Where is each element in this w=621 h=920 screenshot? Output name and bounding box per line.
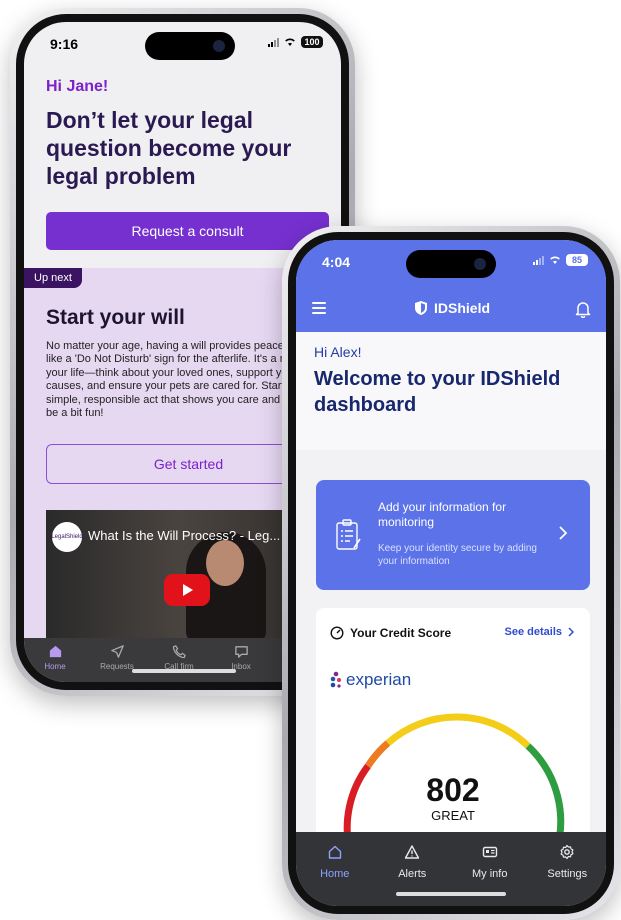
- brand-name: IDShield: [434, 300, 491, 316]
- gauge-yellow-segment: [385, 713, 531, 749]
- gear-icon: [560, 844, 574, 860]
- credit-score-header: Your Credit Score: [330, 626, 451, 640]
- welcome-section: Hi Alex! Welcome to your IDShield dashbo…: [296, 332, 606, 450]
- request-consult-button[interactable]: Request a consult: [46, 212, 329, 250]
- nav-label: Alerts: [398, 868, 427, 880]
- home-indicator[interactable]: [132, 669, 236, 673]
- experian-logo: experian: [330, 670, 411, 690]
- signal-icon: [533, 255, 544, 265]
- home-icon: [328, 845, 341, 859]
- battery-indicator: 85: [566, 254, 588, 266]
- experian-dots-icon: [330, 671, 341, 688]
- nav-label: My info: [472, 868, 508, 880]
- credit-score-card: Your Credit Score See details experian 8…: [316, 608, 590, 852]
- phone-icon: [172, 645, 186, 659]
- add-info-card[interactable]: Add your information for monitoring Keep…: [316, 480, 590, 590]
- home-icon: [49, 645, 61, 658]
- status-time: 9:16: [50, 36, 79, 52]
- add-info-subtitle: Keep your identity secure by adding your…: [378, 543, 537, 567]
- greeting: Hi Alex!: [314, 344, 362, 360]
- credit-score-title: Your Credit Score: [350, 626, 452, 640]
- up-next-tag: Up next: [24, 268, 82, 288]
- status-icons: 85: [533, 254, 588, 266]
- chevron-right-icon: [568, 627, 574, 637]
- video-thumbnail-face: [206, 540, 244, 586]
- gauge-icon: [330, 626, 344, 640]
- nav-label: Home: [320, 868, 350, 880]
- will-title: Start your will: [46, 306, 185, 329]
- see-details-label: See details: [504, 626, 562, 638]
- idshield-screen: 4:04 85 IDShield Hi Alex! Welcome to you…: [296, 240, 606, 906]
- greeting: Hi Jane!: [46, 78, 109, 95]
- nav-label: Requests: [100, 662, 134, 671]
- gauge-orange-segment: [365, 740, 391, 768]
- nav-home[interactable]: Home: [24, 638, 86, 682]
- camera-icon: [213, 40, 225, 52]
- nav-requests[interactable]: Requests: [86, 638, 148, 682]
- inbox-icon: [234, 646, 248, 658]
- id-card-icon: [482, 846, 497, 858]
- shield-icon: [415, 301, 427, 315]
- app-header: 4:04 85 IDShield: [296, 240, 606, 332]
- alert-icon: [405, 845, 420, 859]
- brand-logo: IDShield: [414, 300, 490, 316]
- status-time: 4:04: [322, 254, 351, 270]
- credit-score-rating: GREAT: [431, 808, 475, 823]
- nav-label: Home: [44, 662, 66, 671]
- play-button[interactable]: [164, 574, 210, 606]
- camera-icon: [474, 258, 486, 270]
- nav-settings[interactable]: Settings: [532, 832, 602, 906]
- dynamic-island: [145, 32, 235, 60]
- menu-icon[interactable]: [312, 302, 326, 314]
- status-icons: 100: [268, 36, 323, 48]
- bell-icon[interactable]: [574, 300, 592, 318]
- nav-call-firm[interactable]: Call firm: [148, 638, 210, 682]
- see-details-link[interactable]: See details: [505, 626, 574, 638]
- play-icon: [183, 584, 193, 596]
- clipboard-icon: [336, 519, 361, 550]
- nav-label: Settings: [547, 868, 588, 880]
- bureau-name: experian: [346, 670, 412, 689]
- home-indicator[interactable]: [396, 892, 506, 896]
- wifi-icon: [550, 256, 560, 264]
- battery-indicator: 100: [301, 36, 323, 48]
- video-title[interactable]: What Is the Will Process? - Leg...: [88, 528, 280, 543]
- send-icon: [110, 645, 124, 658]
- nav-home[interactable]: Home: [300, 832, 370, 906]
- dynamic-island: [406, 250, 496, 278]
- idshield-phone: 4:04 85 IDShield Hi Alex! Welcome to you…: [282, 226, 620, 920]
- channel-logo[interactable]: LegalShield: [51, 522, 83, 552]
- nav-inbox[interactable]: Inbox: [210, 638, 272, 682]
- top-bar: IDShield: [296, 292, 606, 328]
- signal-icon: [268, 37, 279, 47]
- credit-score-value: 802: [426, 772, 480, 808]
- wifi-icon: [285, 38, 295, 46]
- add-info-title: Add your information for monitoring: [378, 500, 507, 529]
- page-title: Don’t let your legal question become you…: [46, 107, 292, 189]
- page-title: Welcome to your IDShield dashboard: [314, 368, 561, 416]
- chevron-right-icon: [559, 526, 568, 540]
